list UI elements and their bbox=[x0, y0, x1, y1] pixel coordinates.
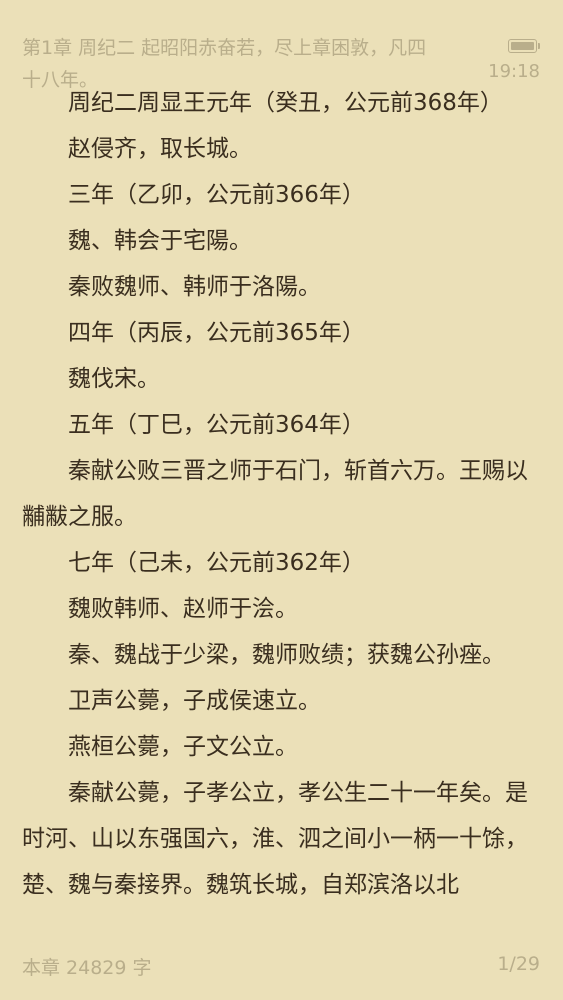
chapter-word-count: 本章 24829 字 bbox=[22, 957, 152, 979]
paragraph: 五年（丁巳，公元前364年） bbox=[68, 412, 365, 438]
clock-time: 19:18 bbox=[488, 61, 540, 82]
paragraph: 四年（丙辰，公元前365年） bbox=[68, 320, 365, 346]
paragraph: 魏、韩会于宅陽。 bbox=[68, 228, 252, 254]
paragraph: 赵侵齐，取长城。 bbox=[68, 136, 252, 162]
paragraph: 秦败魏师、韩师于洛陽。 bbox=[68, 274, 321, 300]
paragraph: 周纪二周显王元年（癸丑，公元前368年） bbox=[68, 90, 503, 116]
battery-icon bbox=[508, 39, 537, 53]
paragraph: 卫声公薨，子成侯速立。 bbox=[68, 688, 321, 714]
paragraph: 魏败韩师、赵师于浍。 bbox=[68, 596, 298, 622]
reading-content[interactable]: 周纪二周显王元年（癸丑，公元前368年） 赵侵齐，取长城。 三年（乙卯，公元前3… bbox=[22, 80, 544, 908]
paragraph: 三年（乙卯，公元前366年） bbox=[68, 182, 365, 208]
page-indicator: 1/29 bbox=[497, 953, 540, 975]
paragraph: 七年（己未，公元前362年） bbox=[68, 550, 365, 576]
paragraph: 秦、魏战于少梁，魏师败绩；获魏公孙痤。 bbox=[68, 642, 505, 668]
paragraph: 秦献公薨，子孝公立，孝公生二十一年矣。是时河、山以东强国六，淮、泗之间小一柄一十… bbox=[22, 780, 528, 898]
paragraph: 秦献公败三晋之师于石门，斩首六万。王赐以黼黻之服。 bbox=[22, 458, 528, 530]
battery-tip bbox=[538, 43, 540, 49]
paragraph: 燕桓公薨，子文公立。 bbox=[68, 734, 298, 760]
paragraph: 魏伐宋。 bbox=[68, 366, 160, 392]
